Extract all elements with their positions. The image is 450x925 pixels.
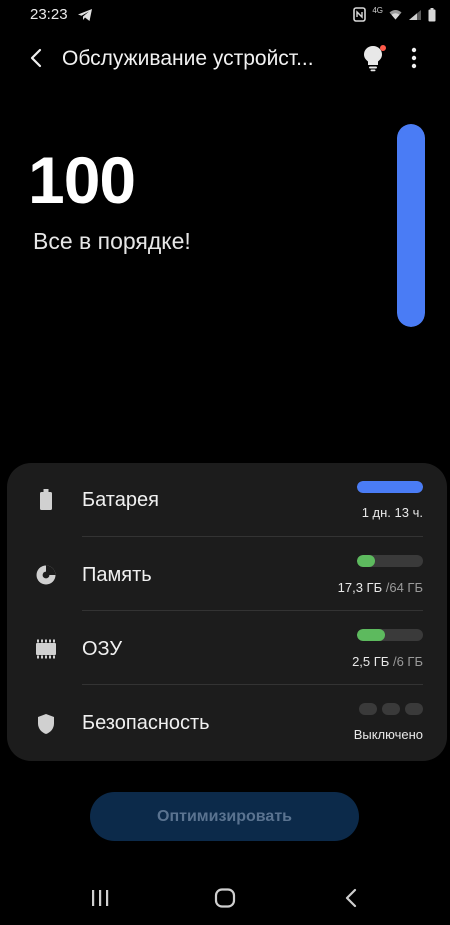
- app-bar: Обслуживание устройст...: [0, 38, 450, 82]
- ram-bar: [357, 629, 423, 641]
- ram-label: ОЗУ: [82, 638, 123, 660]
- nfc-icon: [353, 7, 367, 22]
- recents-button[interactable]: [84, 886, 116, 914]
- home-icon: [214, 887, 236, 913]
- ram-value: 2,5 ГБ /6 ГБ: [352, 654, 423, 669]
- score-status-text: Все в порядке!: [33, 228, 191, 254]
- network-type-label: 4G: [372, 5, 383, 15]
- battery-value: 1 дн. 13 ч.: [362, 505, 423, 520]
- score-gauge: [397, 124, 425, 327]
- status-icons: 4G: [353, 5, 436, 22]
- indicator-dot: [405, 703, 423, 715]
- storage-bar-fill: [357, 555, 375, 567]
- home-button[interactable]: [209, 886, 241, 914]
- security-row[interactable]: Безопасность Выключено: [7, 685, 447, 759]
- recents-icon: [90, 889, 110, 912]
- score-gauge-fill: [397, 124, 425, 327]
- storage-value: 17,3 ГБ /64 ГБ: [338, 580, 423, 595]
- navigation-bar: [0, 876, 450, 925]
- memory-chip-icon: [33, 636, 59, 662]
- back-nav-button[interactable]: [335, 886, 367, 914]
- battery-bar-fill: [357, 481, 423, 493]
- notification-dot: [380, 45, 386, 51]
- storage-bar: [357, 555, 423, 567]
- telegram-icon: [77, 8, 93, 22]
- storage-pie-icon: [33, 562, 59, 588]
- ram-used: 2,5 ГБ: [352, 654, 390, 669]
- wifi-icon: [389, 9, 402, 20]
- battery-bar: [357, 481, 423, 493]
- battery-time: 1 дн. 13 ч.: [361, 505, 423, 520]
- storage-used: 17,3 ГБ: [337, 580, 383, 595]
- status-bar: 23:23 4G: [0, 0, 450, 30]
- back-nav-icon: [345, 888, 357, 913]
- back-button[interactable]: [22, 46, 50, 74]
- page-title: Обслуживание устройст...: [62, 47, 314, 70]
- ram-total: /6 ГБ: [392, 654, 423, 669]
- battery-row[interactable]: Батарея 1 дн. 13 ч.: [7, 463, 447, 537]
- shield-icon: [33, 711, 59, 737]
- storage-row[interactable]: Память 17,3 ГБ /64 ГБ: [7, 537, 447, 611]
- optimize-button[interactable]: Оптимизировать: [90, 792, 359, 841]
- security-indicator: [359, 703, 423, 715]
- device-score: 100: [28, 143, 136, 217]
- status-time: 23:23: [30, 6, 68, 23]
- signal-icon: [408, 9, 422, 21]
- indicator-dot: [382, 703, 400, 715]
- more-options-button[interactable]: [402, 44, 426, 76]
- battery-icon: [428, 7, 436, 22]
- back-icon: [29, 48, 43, 73]
- security-value: Выключено: [353, 727, 423, 742]
- battery-label: Батарея: [82, 489, 159, 511]
- battery-icon: [33, 487, 59, 513]
- more-vert-icon: [411, 47, 417, 74]
- storage-total: /64 ГБ: [385, 580, 423, 595]
- security-label: Безопасность: [82, 712, 210, 734]
- storage-label: Память: [82, 564, 152, 586]
- maintenance-card: Батарея 1 дн. 13 ч. Память 17,3 ГБ /64 Г…: [7, 463, 447, 761]
- ram-row[interactable]: ОЗУ 2,5 ГБ /6 ГБ: [7, 611, 447, 685]
- indicator-dot: [359, 703, 377, 715]
- ram-bar-fill: [357, 629, 385, 641]
